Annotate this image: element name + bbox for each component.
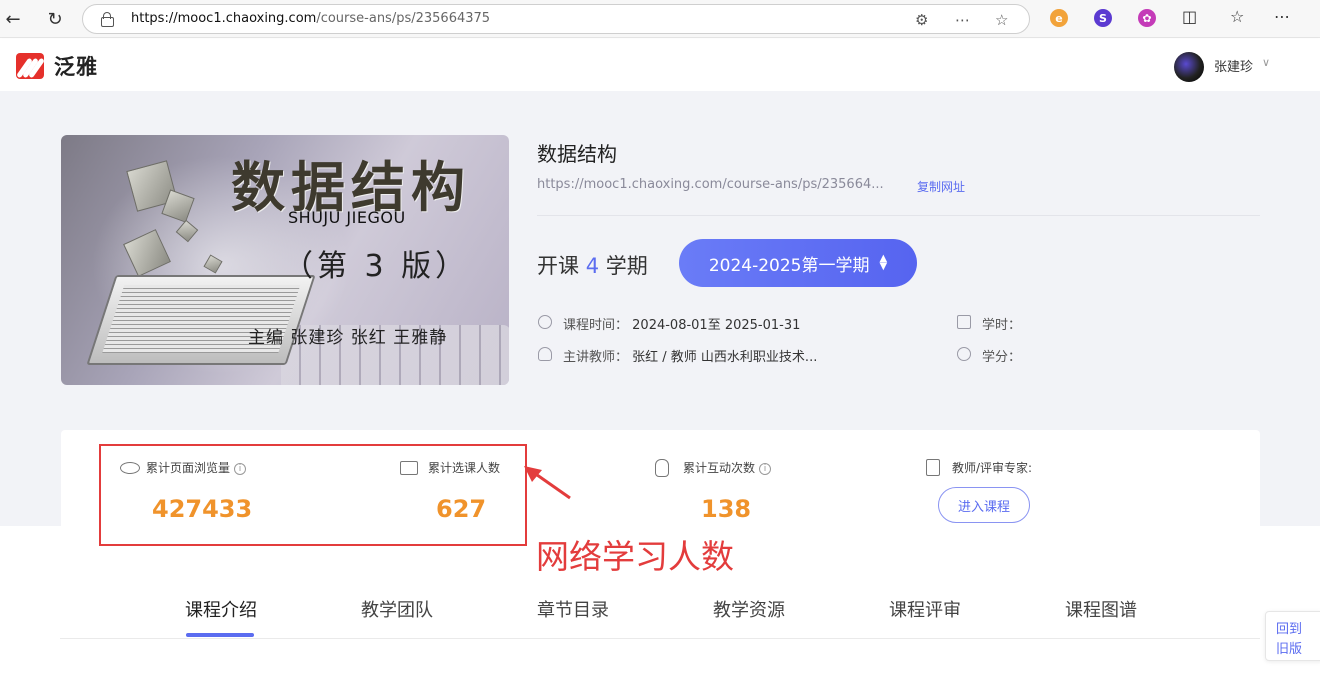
extension-brain-icon[interactable]: ✿: [1138, 9, 1156, 27]
annotation-arrow-icon: [524, 466, 571, 500]
more-circle-icon[interactable]: ⋯: [955, 11, 970, 29]
logo-text[interactable]: 泛雅: [54, 51, 98, 81]
back-arrow-icon[interactable]: ←: [2, 8, 24, 30]
site-header: 泛雅 张建珍 ∨: [0, 39, 1320, 91]
term-select-value: 2024-2025第一学期: [708, 255, 870, 276]
tab-teaching-team[interactable]: 教学团队: [361, 596, 433, 622]
browser-toolbar: ← ↻ https://mooc1.chaoxing.com/course-an…: [0, 0, 1320, 38]
copy-url-link[interactable]: 复制网址: [917, 178, 965, 195]
tab-chapters[interactable]: 章节目录: [537, 596, 609, 622]
course-cover-image: 数据结构 SHUJU JIEGOU （第 3 版） 主编 张建珍 张红 王雅静: [61, 135, 509, 385]
term-select[interactable]: 2024-2025第一学期 ▲ ▼: [679, 239, 917, 287]
course-url: https://mooc1.chaoxing.com/course-ans/ps…: [537, 177, 884, 192]
info-icon[interactable]: i: [759, 463, 772, 475]
back-old-line1: 回到: [1276, 622, 1303, 637]
chevron-down-icon[interactable]: ∨: [1262, 56, 1270, 69]
user-name[interactable]: 张建珍: [1214, 56, 1253, 75]
clock-icon: [538, 315, 552, 329]
address-url[interactable]: https://mooc1.chaoxing.com/course-ans/ps…: [131, 11, 490, 26]
extension-icon[interactable]: e: [1050, 9, 1068, 27]
sort-updown-icon: ▲ ▼: [879, 253, 888, 272]
cover-pinyin: SHUJU JIEGOU: [288, 208, 406, 227]
avatar[interactable]: [1174, 52, 1204, 82]
enter-course-button[interactable]: 进入课程: [938, 487, 1030, 523]
reload-icon[interactable]: ↻: [44, 8, 66, 30]
course-hours: 学时：: [982, 318, 1022, 333]
extensions-puzzle-icon[interactable]: ◫: [1182, 7, 1197, 26]
address-bar[interactable]: https://mooc1.chaoxing.com/course-ans/ps…: [82, 4, 1030, 34]
active-tab-indicator: [186, 633, 254, 637]
extension-s-icon[interactable]: S: [1094, 9, 1112, 27]
tabs-divider: [60, 638, 1260, 639]
tab-resources[interactable]: 教学资源: [713, 596, 785, 622]
tab-knowledge-graph[interactable]: 课程图谱: [1065, 596, 1137, 622]
course-credits: 学分：: [982, 350, 1022, 365]
favorite-star-icon[interactable]: ☆: [995, 11, 1008, 29]
annotation-text: 网络学习人数: [536, 537, 734, 576]
cover-authors: 主编 张建珍 张红 王雅静: [248, 328, 448, 348]
interact-stat-value: 138: [701, 495, 752, 523]
course-time: 课程时间： 2024-08-01至 2025-01-31: [563, 318, 801, 333]
annotation-box: [99, 444, 527, 546]
expert-label: 教师/评审专家:: [926, 459, 1032, 476]
favorites-icon[interactable]: ☆: [1230, 7, 1244, 26]
translate-icon[interactable]: ⚙: [915, 11, 928, 29]
semester-count: 开课 4 学期: [537, 254, 648, 278]
cover-edition: （第 3 版）: [283, 249, 470, 284]
document-person-icon: [926, 459, 940, 476]
tab-review[interactable]: 课程评审: [889, 596, 961, 622]
person-icon: [538, 347, 552, 361]
logo-icon[interactable]: [16, 53, 44, 79]
course-teacher: 主讲教师： 张红 / 教师 山西水利职业技术...: [563, 350, 818, 365]
hand-pointer-icon: [655, 459, 669, 477]
divider: [537, 215, 1260, 216]
coins-icon: [957, 347, 971, 361]
back-to-old-version-button[interactable]: 回到 旧版: [1265, 611, 1320, 661]
course-title: 数据结构: [537, 142, 617, 166]
interact-stat-label: 累计互动次数 i: [655, 459, 772, 477]
back-old-line2: 旧版: [1276, 642, 1303, 657]
calendar-icon: [957, 315, 971, 329]
tab-course-intro[interactable]: 课程介绍: [185, 596, 257, 622]
lock-icon: [101, 12, 114, 27]
more-menu-icon[interactable]: ⋯: [1274, 7, 1290, 26]
